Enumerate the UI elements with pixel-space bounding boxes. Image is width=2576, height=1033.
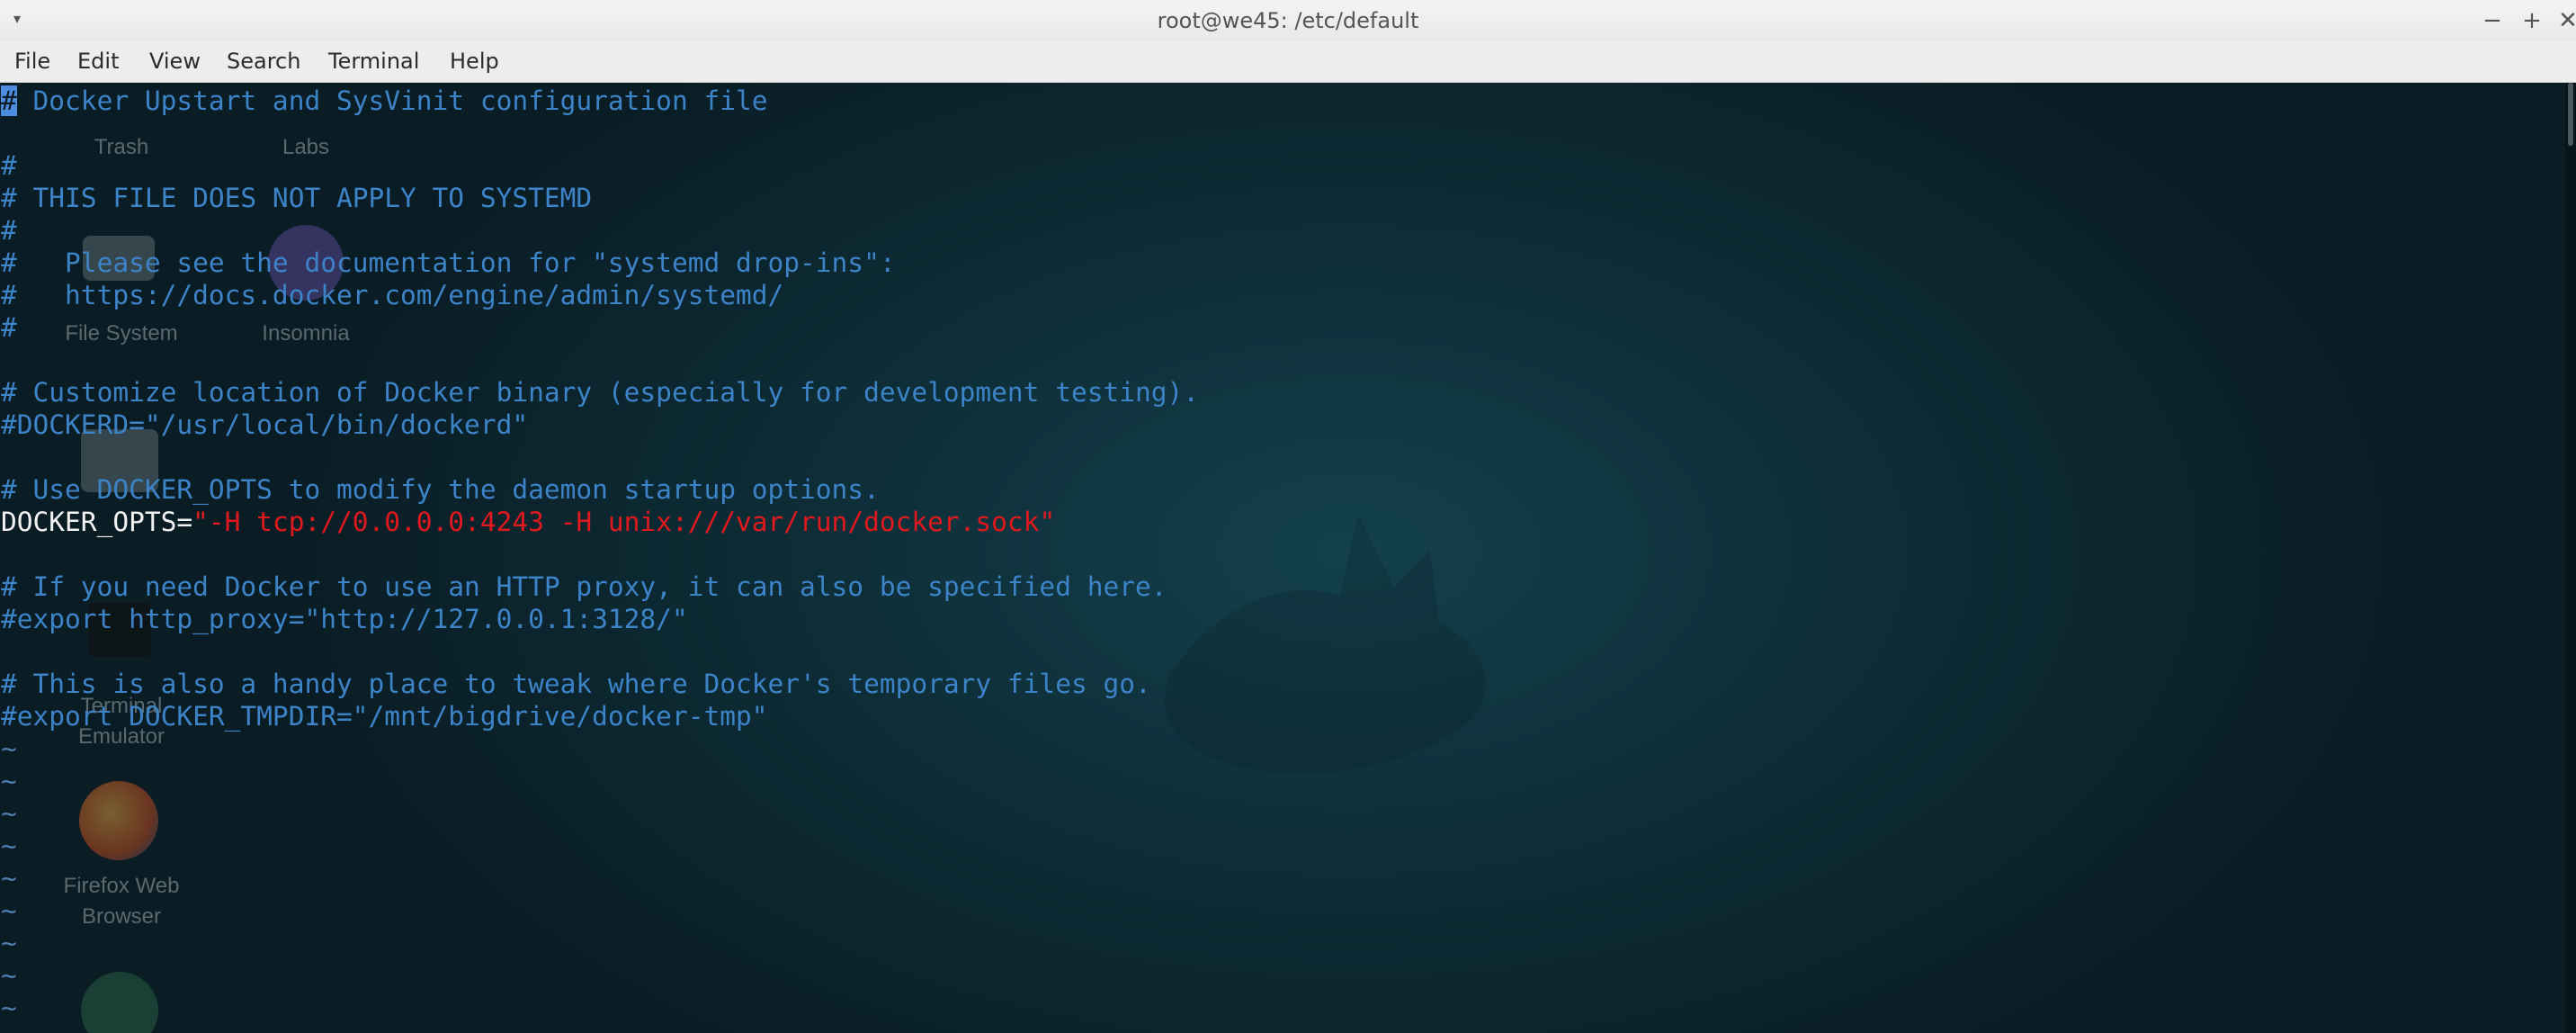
menu-bar: File Edit View Search Terminal Help [0, 41, 2576, 83]
empty-line-marker: ~ [1, 798, 17, 829]
empty-line-marker: ~ [1, 993, 17, 1023]
empty-line-marker: ~ [1, 960, 17, 991]
desktop-icon-label: Trash [94, 135, 149, 159]
desktop-icon-filesystem: File System [36, 319, 207, 349]
variable-name: DOCKER_OPTS= [1, 507, 193, 537]
desktop-icon-trash: Trash [54, 132, 189, 163]
empty-line-marker: ~ [1, 895, 17, 926]
editor-line: #DOCKERD="/usr/local/bin/dockerd" [1, 409, 529, 440]
firefox-icon [79, 781, 158, 860]
editor-line: #export http_proxy="http://127.0.0.1:312… [1, 604, 688, 634]
editor-line: # Use DOCKER_OPTS to modify the daemon s… [1, 474, 880, 505]
desktop-icon-firefox: Firefox Web Browser [36, 871, 207, 932]
line-text: Docker Upstart and SysVinit configuratio… [16, 85, 768, 116]
empty-line-marker: ~ [1, 766, 17, 796]
scrollbar-thumb[interactable] [2568, 83, 2573, 146]
desktop-icon-label: File System [65, 321, 178, 346]
mascot-watermark-icon [1164, 515, 1487, 774]
menu-edit[interactable]: Edit [77, 41, 119, 82]
terminal-window: ▾ root@we45: /etc/default − + ✕ File Edi… [0, 0, 2576, 1033]
editor-line: # If you need Docker to use an HTTP prox… [1, 571, 1167, 602]
close-button[interactable]: ✕ [2554, 7, 2576, 34]
desktop-icon-labs: Labs [238, 132, 373, 163]
menu-terminal[interactable]: Terminal [328, 41, 419, 82]
terminal-content[interactable]: Trash Labs File System Insomnia Terminal… [0, 83, 2576, 1033]
editor-line: # [1, 150, 17, 181]
empty-line-marker: ~ [1, 831, 17, 861]
menu-file[interactable]: File [14, 41, 50, 82]
menu-help[interactable]: Help [450, 41, 499, 82]
window-title: root@we45: /etc/default [1157, 8, 1419, 33]
editor-line: # https://docs.docker.com/engine/admin/s… [1, 280, 784, 310]
desktop-icon-insomnia: Insomnia [238, 319, 373, 349]
editor-line: #export DOCKER_TMPDIR="/mnt/bigdrive/doc… [1, 701, 768, 732]
editor-line: # This is also a handy place to tweak wh… [1, 669, 1151, 699]
maximize-button[interactable]: + [2518, 7, 2545, 34]
minimize-button[interactable]: − [2479, 7, 2506, 34]
editor-line: # THIS FILE DOES NOT APPLY TO SYSTEMD [1, 183, 593, 213]
title-bar[interactable]: ▾ root@we45: /etc/default − + ✕ [0, 0, 2576, 42]
menu-search[interactable]: Search [227, 41, 300, 82]
empty-line-marker: ~ [1, 863, 17, 894]
terminal-scrollbar[interactable] [2565, 83, 2576, 1033]
menu-view[interactable]: View [149, 41, 201, 82]
empty-line-marker: ~ [1, 733, 17, 764]
editor-line: # Please see the documentation for "syst… [1, 247, 896, 278]
editor-line: # [1, 312, 17, 343]
desktop-icon-label: Labs [282, 135, 330, 159]
editor-line: # [1, 215, 17, 246]
editor-line: # Docker Upstart and SysVinit configurat… [1, 85, 768, 117]
desktop-icon-label: Insomnia [262, 321, 350, 346]
string-value: "-H tcp://0.0.0.0:4243 -H unix:///var/ru… [192, 507, 1056, 537]
desktop-icon-label: Firefox Web [63, 874, 180, 898]
text-cursor: # [1, 85, 17, 116]
editor-line: # Customize location of Docker binary (e… [1, 377, 1200, 408]
editor-line: DOCKER_OPTS="-H tcp://0.0.0.0:4243 -H un… [1, 506, 1055, 538]
desktop-icon-label-line2: Browser [81, 904, 162, 929]
empty-line-marker: ~ [1, 928, 17, 958]
atom-icon [81, 972, 158, 1033]
